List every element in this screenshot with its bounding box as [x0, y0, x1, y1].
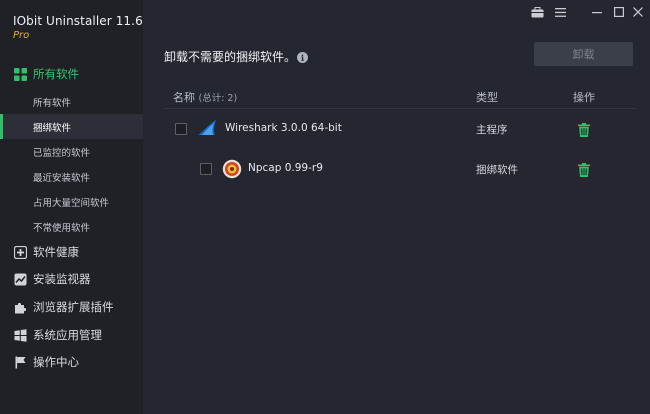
selection-indicator — [0, 114, 3, 139]
menu-icon[interactable] — [552, 4, 568, 20]
total-count: (总计: 2) — [198, 93, 238, 104]
sidebar-section-all-software[interactable]: 所有软件 — [0, 62, 143, 86]
sidebar-item-label: 不常使用软件 — [33, 222, 91, 234]
app-name: Npcap 0.99-r9 — [248, 162, 323, 174]
app-type: 主程序 — [476, 124, 508, 136]
windows-icon — [13, 328, 27, 342]
sidebar-section-system-apps[interactable]: 系统应用管理 — [0, 323, 143, 347]
app-title: IObit Uninstaller 11.6 — [13, 14, 143, 28]
sidebar-item-infrequently-used[interactable]: 不常使用软件 — [0, 214, 143, 239]
sidebar-item-all-software[interactable]: 所有软件 — [0, 89, 143, 114]
puzzle-icon — [13, 300, 27, 314]
sidebar-item-label: 捆绑软件 — [33, 122, 72, 134]
uninstall-button[interactable]: 卸载 — [534, 42, 633, 66]
sidebar-item-monitored[interactable]: 已监控的软件 — [0, 139, 143, 164]
app-name: Wireshark 3.0.0 64-bit — [225, 122, 342, 134]
column-header-type[interactable]: 类型 — [476, 89, 498, 105]
sidebar-item-label: 最近安装软件 — [33, 172, 91, 184]
row-checkbox[interactable] — [175, 123, 187, 135]
column-name-label: 名称 — [173, 91, 195, 104]
sidebar-section-label: 软件健康 — [33, 245, 79, 259]
sidebar-section-browser-extensions[interactable]: 浏览器扩展插件 — [0, 295, 143, 319]
npcap-icon — [222, 159, 242, 179]
table-row[interactable]: Npcap 0.99-r9 捆绑软件 — [165, 150, 635, 188]
minimize-icon[interactable] — [589, 4, 605, 20]
grid-icon — [13, 67, 27, 81]
sidebar-section-software-health[interactable]: 软件健康 — [0, 240, 143, 264]
sidebar-item-recently-installed[interactable]: 最近安装软件 — [0, 164, 143, 189]
trash-icon[interactable] — [578, 122, 592, 137]
flag-icon — [13, 355, 27, 369]
table-header: 名称 (总计: 2) 类型 操作 — [165, 83, 635, 109]
sidebar: IObit Uninstaller 11.6 Pro 所有软件 所有软件 捆绑软… — [0, 0, 143, 414]
sidebar-section-label: 操作中心 — [33, 355, 79, 369]
wireshark-icon — [197, 119, 217, 137]
sidebar-item-bundleware[interactable]: 捆绑软件 — [0, 114, 143, 139]
sidebar-item-label: 已监控的软件 — [33, 147, 91, 159]
toolbox-icon[interactable] — [529, 4, 545, 20]
app-edition: Pro — [13, 30, 30, 41]
sidebar-section-install-monitor[interactable]: 安装监视器 — [0, 267, 143, 291]
maximize-icon[interactable] — [611, 4, 627, 20]
page-title: 卸载不需要的捆绑软件。 — [164, 50, 297, 64]
sidebar-item-label: 所有软件 — [33, 97, 72, 109]
sidebar-section-label: 浏览器扩展插件 — [33, 300, 114, 314]
column-header-action: 操作 — [573, 91, 595, 104]
close-icon[interactable] — [630, 4, 646, 20]
app-type: 捆绑软件 — [476, 164, 518, 176]
sidebar-item-label: 占用大量空间软件 — [33, 197, 110, 209]
trash-icon[interactable] — [578, 162, 592, 177]
info-icon[interactable]: i — [297, 52, 308, 63]
chart-icon — [13, 272, 27, 286]
row-checkbox[interactable] — [200, 163, 212, 175]
sidebar-section-label: 所有软件 — [33, 67, 79, 81]
health-icon — [13, 245, 27, 259]
sidebar-section-label: 安装监视器 — [33, 272, 91, 286]
column-header-name[interactable]: 名称 (总计: 2) — [173, 89, 237, 105]
table-row[interactable]: Wireshark 3.0.0 64-bit 主程序 — [165, 110, 635, 148]
sidebar-section-label: 系统应用管理 — [33, 328, 102, 342]
sidebar-section-action-center[interactable]: 操作中心 — [0, 350, 143, 374]
sidebar-item-large-programs[interactable]: 占用大量空间软件 — [0, 189, 143, 214]
